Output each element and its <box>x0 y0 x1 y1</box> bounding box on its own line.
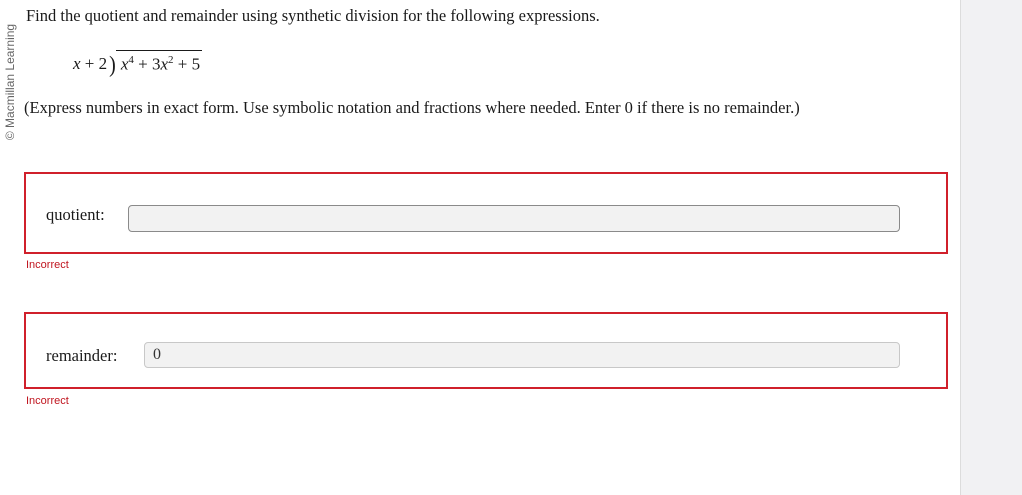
quotient-label: quotient: <box>46 205 105 224</box>
question-prompt: Find the quotient and remainder using sy… <box>26 6 600 25</box>
remainder-label: remainder: <box>46 346 118 365</box>
copyright-text: © Macmillan Learning <box>3 23 17 141</box>
quotient-input[interactable] <box>128 205 900 232</box>
divisor-variable: x <box>73 53 81 73</box>
answer-instructions: (Express numbers in exact form. Use symb… <box>24 98 800 117</box>
remainder-status: Incorrect <box>26 395 69 407</box>
divisor: x + 2 <box>73 54 107 74</box>
division-bracket: ) <box>109 51 116 78</box>
quotient-status: Incorrect <box>26 259 69 271</box>
dividend-term2-variable: x <box>160 54 168 74</box>
remainder-input[interactable] <box>144 342 900 368</box>
quotient-answer-box: quotient: <box>24 172 948 254</box>
dividend: x4 + 3x2 + 5 <box>115 50 203 74</box>
dividend-constant: + 5 <box>173 54 201 74</box>
page: © Macmillan Learning Find the quotient a… <box>0 0 1022 495</box>
remainder-answer-box: remainder: <box>24 312 948 389</box>
dividend-plus-coefficient: + 3 <box>133 54 161 74</box>
right-side-panel <box>960 0 1022 495</box>
divisor-constant: + 2 <box>80 53 108 73</box>
long-division-expression: x + 2 ) x4 + 3x2 + 5 <box>73 50 203 78</box>
copyright-notice: © Macmillan Learning <box>3 10 17 155</box>
